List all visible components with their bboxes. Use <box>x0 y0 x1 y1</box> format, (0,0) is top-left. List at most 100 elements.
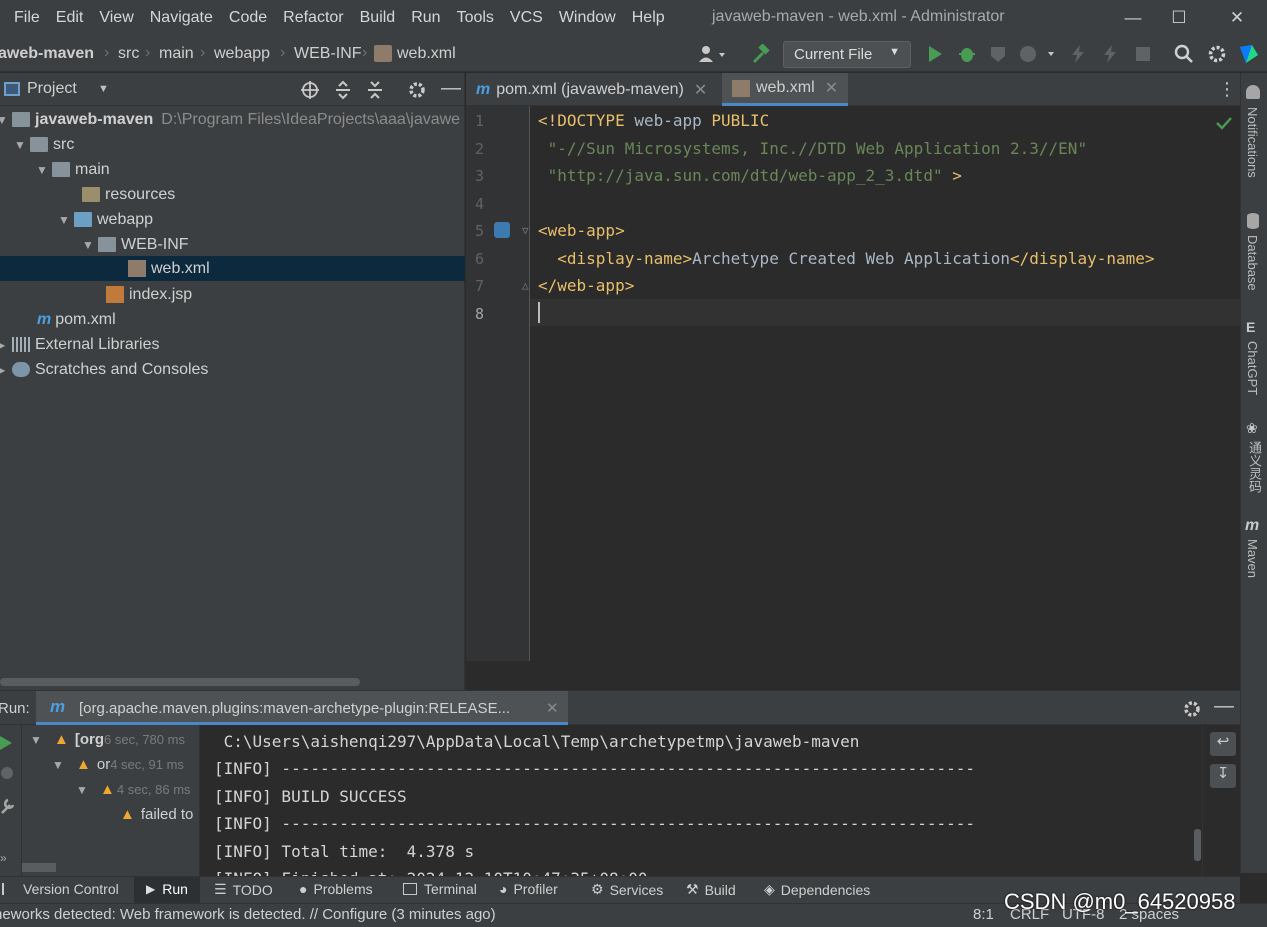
breadcrumb-web-xml[interactable]: web.xml <box>397 45 456 63</box>
menu-file[interactable]: File <box>0 9 48 27</box>
select-opened-file-icon[interactable] <box>300 80 320 100</box>
tab-run[interactable]: ▶ Run <box>146 881 188 897</box>
settings-gear-icon[interactable] <box>1207 44 1227 64</box>
tree-item-resources[interactable]: resources <box>82 182 175 207</box>
caret-position[interactable]: 8:1 <box>973 906 994 923</box>
tab-build[interactable]: ⚒ Build <box>686 881 736 898</box>
update-running-app-icon[interactable] <box>1100 44 1120 64</box>
tree-item-web-xml[interactable]: web.xml <box>0 256 465 281</box>
menu-window[interactable]: Window <box>551 9 624 27</box>
tree-item-index-jsp[interactable]: index.jsp <box>106 282 192 307</box>
code-editor[interactable]: <!DOCTYPE web-app PUBLIC "-//Sun Microsy… <box>530 106 1240 661</box>
horizontal-scrollbar[interactable] <box>22 863 56 872</box>
bell-icon[interactable] <box>1246 85 1260 99</box>
breadcrumb-webapp[interactable]: webapp <box>214 45 270 63</box>
breadcrumb-project[interactable]: aweb-maven <box>0 45 94 63</box>
attach-debugger-icon[interactable] <box>1068 44 1088 64</box>
menu-view[interactable]: View <box>91 9 141 27</box>
rerun-icon[interactable] <box>0 735 14 751</box>
menu-build[interactable]: Build <box>352 9 404 27</box>
collapse-all-icon[interactable] <box>365 80 385 100</box>
maven-icon[interactable]: m <box>1245 517 1259 535</box>
maven-tab[interactable]: Maven <box>1245 539 1260 578</box>
tongyi-icon[interactable]: ❀ <box>1246 420 1258 437</box>
more-options-icon[interactable]: ⋮ <box>1218 79 1236 100</box>
build-hammer-icon[interactable] <box>750 44 770 64</box>
project-panel-title[interactable]: Project <box>27 80 77 98</box>
close-tab-icon[interactable]: ✕ <box>546 699 559 717</box>
menu-code[interactable]: Code <box>221 9 275 27</box>
status-message[interactable]: neworks detected: Web framework is detec… <box>0 906 496 923</box>
vertical-scrollbar[interactable] <box>1194 829 1201 861</box>
menu-run[interactable]: Run <box>403 9 448 27</box>
tab-version-control[interactable]: Version Control <box>2 881 119 897</box>
breadcrumb-src[interactable]: src <box>118 45 139 63</box>
run-tree-item[interactable]: ▲ failed to <box>120 802 193 827</box>
hide-panel-icon[interactable]: — <box>441 77 461 100</box>
web-descriptor-gutter-icon[interactable] <box>494 222 510 238</box>
more-actions-icon[interactable]: » <box>0 851 7 865</box>
menu-tools[interactable]: Tools <box>449 9 502 27</box>
tab-web-xml[interactable]: web.xml ✕ <box>722 73 849 106</box>
menu-navigate[interactable]: Navigate <box>142 9 221 27</box>
tab-profiler[interactable]: ◕ Profiler <box>499 881 558 897</box>
run-configuration-select[interactable]: Current File ▼ <box>783 41 911 68</box>
tree-item-pom-xml[interactable]: m pom.xml <box>37 307 116 332</box>
hide-panel-icon[interactable]: — <box>1214 695 1234 718</box>
tree-item-scratches[interactable]: ▶ Scratches and Consoles <box>0 357 208 382</box>
expand-all-icon[interactable] <box>333 80 353 100</box>
database-icon[interactable] <box>1247 213 1259 229</box>
tab-dependencies[interactable]: ◈ Dependencies <box>764 881 870 898</box>
tab-pom-xml[interactable]: m pom.xml (javaweb-maven) ✕ <box>466 73 717 106</box>
coverage-icon[interactable] <box>988 44 1008 64</box>
run-icon[interactable] <box>926 45 944 63</box>
jetbrains-plugin-icon[interactable] <box>1238 43 1260 65</box>
run-tree-item[interactable]: ▼ ▲ 4 sec, 86 ms <box>76 777 191 802</box>
notifications-tab[interactable]: Notifications <box>1245 107 1260 178</box>
tree-item-src[interactable]: ▼ src <box>14 132 74 157</box>
scroll-to-end-icon[interactable]: ↧ <box>1210 764 1236 788</box>
tree-item-main[interactable]: ▼ main <box>36 157 110 182</box>
tongyi-lingma-tab[interactable]: 通义灵码 <box>1245 441 1264 493</box>
close-window-icon[interactable]: ✕ <box>1222 4 1252 32</box>
run-tab[interactable]: m [org.apache.maven.plugins:maven-archet… <box>36 691 568 725</box>
close-tab-icon[interactable]: ✕ <box>694 80 707 100</box>
profile-icon[interactable] <box>1018 44 1058 64</box>
wrench-icon[interactable] <box>0 797 16 815</box>
search-icon[interactable] <box>1174 44 1194 64</box>
menu-edit[interactable]: Edit <box>48 9 92 27</box>
menu-help[interactable]: Help <box>624 9 673 27</box>
database-tab[interactable]: Database <box>1245 235 1260 291</box>
check-icon[interactable] <box>1216 116 1232 130</box>
fold-icon[interactable]: △ <box>522 279 529 292</box>
options-gear-icon[interactable] <box>407 80 427 100</box>
chatgpt-icon[interactable]: E <box>1246 319 1255 335</box>
tree-item-external-libraries[interactable]: ▶ External Libraries <box>0 332 160 357</box>
minimize-icon[interactable]: — <box>1118 4 1148 32</box>
soft-wrap-icon[interactable]: ↩ <box>1210 732 1236 756</box>
tab-terminal[interactable]: Terminal <box>403 881 477 897</box>
settings-gear-icon[interactable] <box>1182 699 1202 719</box>
tab-problems[interactable]: ● Problems <box>299 881 373 897</box>
stop-icon[interactable] <box>0 765 16 781</box>
stop-icon[interactable] <box>1134 45 1152 63</box>
tree-item-webapp[interactable]: ▼ webapp <box>58 207 153 232</box>
console-output[interactable]: C:\Users\aishenqi297\AppData\Local\Temp\… <box>200 725 1202 877</box>
maximize-icon[interactable]: ☐ <box>1164 4 1194 32</box>
close-tab-icon[interactable]: ✕ <box>825 78 838 98</box>
run-tree-item[interactable]: ▼ ▲ [org 6 sec, 780 ms <box>30 727 185 752</box>
breadcrumb-main[interactable]: main <box>159 45 194 63</box>
tab-services[interactable]: ⚙ Services <box>591 881 663 898</box>
tab-todo[interactable]: ☰ TODO <box>214 881 273 898</box>
tree-item-project-root[interactable]: ▼ javaweb-maven D:\Program Files\IdeaPro… <box>0 107 460 132</box>
chevron-down-icon[interactable]: ▼ <box>98 83 109 95</box>
menu-refactor[interactable]: Refactor <box>275 9 351 27</box>
tree-item-web-inf[interactable]: ▼ WEB-INF <box>82 232 189 257</box>
debug-icon[interactable] <box>957 44 977 64</box>
chatgpt-tab[interactable]: ChatGPT <box>1245 341 1260 395</box>
breadcrumb-web-inf[interactable]: WEB-INF <box>294 45 362 63</box>
horizontal-scrollbar[interactable] <box>0 678 360 686</box>
run-tree-item[interactable]: ▼ ▲ or 4 sec, 91 ms <box>52 752 184 777</box>
menu-vcs[interactable]: VCS <box>502 9 551 27</box>
fold-icon[interactable]: ▽ <box>522 224 529 237</box>
